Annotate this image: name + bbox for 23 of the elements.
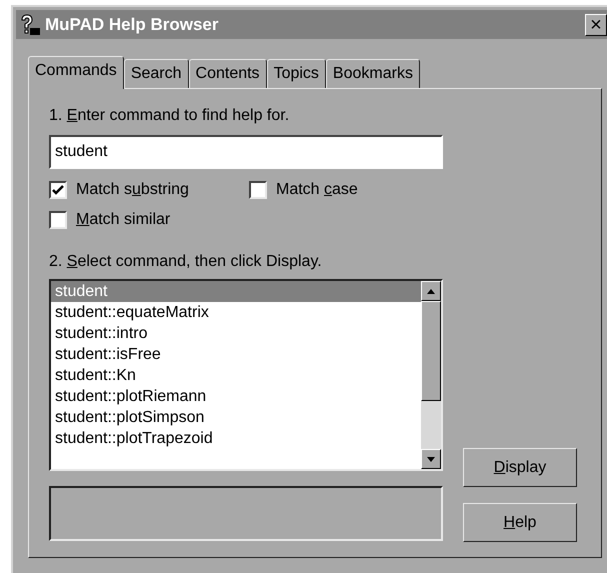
up-arrow-icon [427, 288, 435, 294]
dialog-button[interactable]: Display [463, 448, 577, 487]
command-field[interactable]: student [49, 135, 443, 169]
tab[interactable]: Search [124, 59, 189, 88]
dialog-button[interactable]: Help [463, 503, 577, 542]
tab[interactable]: Topics [266, 59, 326, 88]
step-label: 2. Select command, then click Display. [49, 253, 323, 272]
checkbox-label: Match case [276, 181, 358, 199]
list-item[interactable]: student [51, 281, 421, 302]
help-icon [19, 14, 41, 36]
tab[interactable]: Commands [28, 56, 124, 89]
checkbox-label: Match substring [76, 181, 189, 199]
tab[interactable]: Contents [188, 59, 267, 88]
checkbox[interactable] [249, 181, 267, 199]
close-button[interactable]: × [585, 14, 607, 36]
checkbox-label: Match similar [76, 211, 170, 229]
checkbox[interactable] [49, 181, 67, 199]
step-label: 1. Enter command to find help for. [49, 107, 290, 126]
checkbox[interactable] [49, 211, 67, 229]
window-title: MuPAD Help Browser [45, 14, 220, 34]
down-arrow-icon [427, 456, 435, 462]
tab[interactable]: Bookmarks [326, 59, 420, 88]
scrollbar[interactable] [421, 281, 441, 469]
